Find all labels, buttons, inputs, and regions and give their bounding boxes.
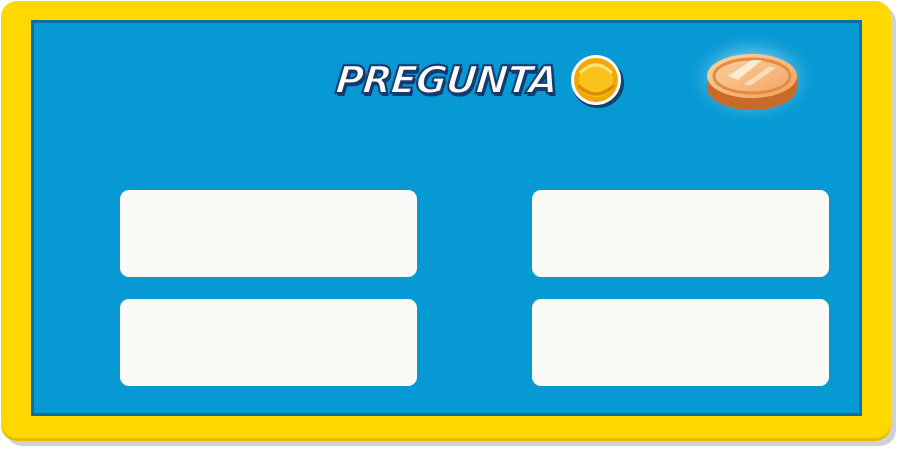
answer-option-3[interactable] [120, 299, 417, 386]
question-title: PREGUNTA [333, 57, 561, 103]
answer-option-1[interactable] [120, 190, 417, 277]
answer-option-2[interactable] [532, 190, 829, 277]
question-header: PREGUNTA [333, 52, 627, 108]
glowing-coin-icon [684, 31, 820, 125]
answer-option-4[interactable] [532, 299, 829, 386]
coin-icon [571, 55, 625, 108]
